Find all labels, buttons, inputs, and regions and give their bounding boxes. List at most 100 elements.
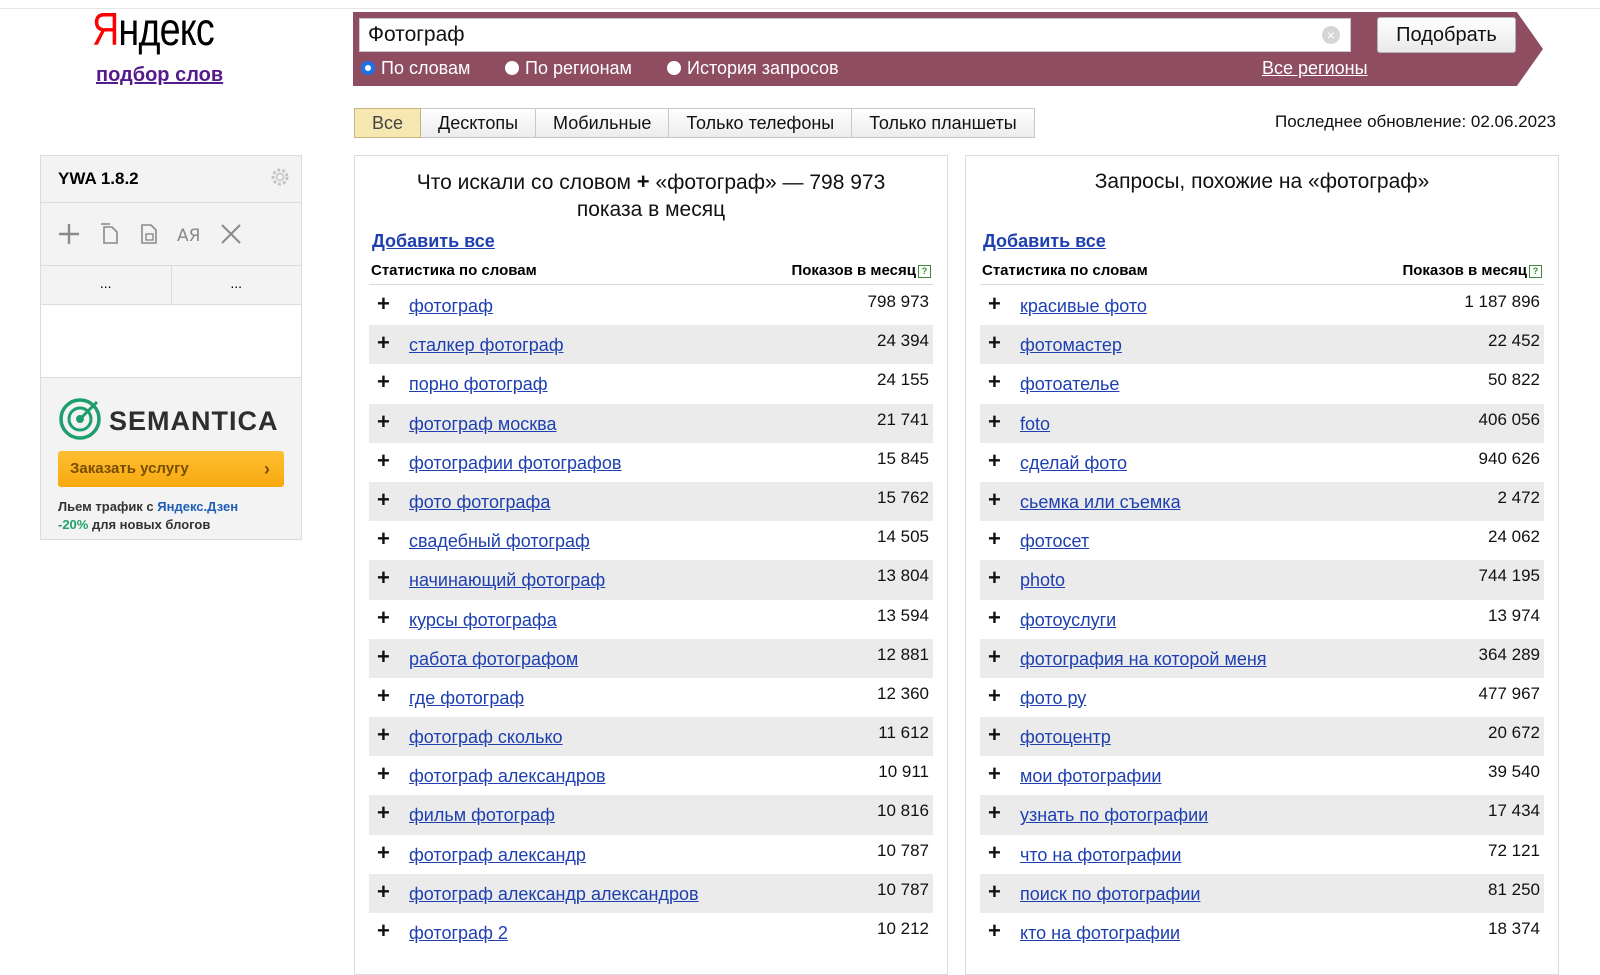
column-words: Статистика по словам xyxy=(371,262,537,279)
keyword-link[interactable]: фотосет xyxy=(1020,531,1089,552)
keyword-link[interactable]: фото фотографа xyxy=(409,492,550,513)
keyword-link[interactable]: фотоуслуги xyxy=(1020,610,1116,631)
clear-icon[interactable]: × xyxy=(1322,26,1340,44)
keyword-link[interactable]: сделай фото xyxy=(1020,453,1127,474)
add-plus-icon[interactable]: + xyxy=(988,644,1001,670)
wordstat-link[interactable]: подбор слов xyxy=(96,64,223,87)
search-input[interactable]: Фотограф × xyxy=(359,18,1351,52)
add-plus-icon[interactable]: + xyxy=(988,840,1001,866)
add-plus-icon[interactable]: + xyxy=(377,409,390,435)
add-all-link[interactable]: Добавить все xyxy=(983,231,1106,252)
add-plus-icon[interactable]: + xyxy=(988,722,1001,748)
add-plus-icon[interactable]: + xyxy=(988,565,1001,591)
keyword-link[interactable]: где фотограф xyxy=(409,688,524,709)
keyword-link[interactable]: фотограф 2 xyxy=(409,923,508,944)
close-icon[interactable] xyxy=(219,222,243,246)
tab-phones[interactable]: Только телефоны xyxy=(669,108,853,138)
gear-icon[interactable] xyxy=(269,166,291,193)
add-plus-icon[interactable]: + xyxy=(988,683,1001,709)
add-plus-icon[interactable]: + xyxy=(988,800,1001,826)
panel-title-text: показа в месяц xyxy=(576,198,726,221)
add-plus-icon[interactable]: + xyxy=(377,605,390,631)
add-plus-icon[interactable]: + xyxy=(988,879,1001,905)
keyword-link[interactable]: работа фотографом xyxy=(409,649,578,670)
add-all-link[interactable]: Добавить все xyxy=(372,231,495,252)
add-plus-icon[interactable]: + xyxy=(988,409,1001,435)
tab-all[interactable]: Все xyxy=(354,108,422,138)
copy-icon[interactable] xyxy=(97,222,121,246)
widget-col-2[interactable]: ... xyxy=(172,266,302,304)
yandex-logo[interactable]: Яндекс xyxy=(92,4,215,54)
add-plus-icon[interactable]: + xyxy=(988,369,1001,395)
help-icon[interactable]: ? xyxy=(918,264,931,278)
radio-by-regions[interactable]: По регионам xyxy=(505,58,632,78)
radio-history[interactable]: История запросов xyxy=(667,58,839,78)
add-plus-icon[interactable]: + xyxy=(988,330,1001,356)
keyword-link[interactable]: фотограф москва xyxy=(409,414,557,435)
table-row: + красивые фото 1 187 896 xyxy=(980,286,1544,325)
keyword-link[interactable]: foto xyxy=(1020,414,1050,435)
semantica-ad[interactable]: SEMANTICA Заказать услугу › Льем трафик … xyxy=(41,378,301,543)
add-plus-icon[interactable]: + xyxy=(377,291,390,317)
add-plus-icon[interactable]: + xyxy=(377,683,390,709)
keyword-link[interactable]: поиск по фотографии xyxy=(1020,884,1200,905)
radio-by-words[interactable]: По словам xyxy=(361,58,470,78)
tab-desktops[interactable]: Десктопы xyxy=(421,108,537,138)
keyword-link[interactable]: фотомастер xyxy=(1020,335,1122,356)
tab-tablets[interactable]: Только планшеты xyxy=(852,108,1035,138)
add-plus-icon[interactable]: + xyxy=(377,722,390,748)
keyword-link[interactable]: узнать по фотографии xyxy=(1020,805,1208,826)
keyword-link[interactable]: фотоателье xyxy=(1020,374,1119,395)
case-icon[interactable]: AЯ xyxy=(177,222,203,246)
plus-icon[interactable] xyxy=(57,222,81,246)
add-plus-icon[interactable]: + xyxy=(377,918,390,944)
add-plus-icon[interactable]: + xyxy=(988,487,1001,513)
add-plus-icon[interactable]: + xyxy=(988,761,1001,787)
keyword-link[interactable]: мои фотографии xyxy=(1020,766,1161,787)
all-regions-link[interactable]: Все регионы xyxy=(1262,58,1368,79)
keyword-link[interactable]: фотограф сколько xyxy=(409,727,563,748)
add-plus-icon[interactable]: + xyxy=(377,644,390,670)
tab-mobile[interactable]: Мобильные xyxy=(536,108,670,138)
help-icon[interactable]: ? xyxy=(1529,264,1542,278)
add-plus-icon[interactable]: + xyxy=(988,526,1001,552)
keyword-link[interactable]: фотограф xyxy=(409,296,493,317)
keyword-link[interactable]: фотографии фотографов xyxy=(409,453,621,474)
add-plus-icon[interactable]: + xyxy=(377,526,390,552)
add-plus-icon[interactable]: + xyxy=(377,487,390,513)
add-plus-icon[interactable]: + xyxy=(377,840,390,866)
keyword-link[interactable]: фотоцентр xyxy=(1020,727,1111,748)
add-plus-icon[interactable]: + xyxy=(377,800,390,826)
add-plus-icon[interactable]: + xyxy=(377,565,390,591)
keyword-link[interactable]: фильм фотограф xyxy=(409,805,555,826)
add-plus-icon[interactable]: + xyxy=(377,879,390,905)
submit-button[interactable]: Подобрать xyxy=(1377,17,1516,53)
keyword-link[interactable]: курсы фотографа xyxy=(409,610,557,631)
keyword-link[interactable]: порно фотограф xyxy=(409,374,548,395)
add-plus-icon[interactable]: + xyxy=(377,761,390,787)
keyword-link[interactable]: фото ру xyxy=(1020,688,1086,709)
keyword-link[interactable]: photo xyxy=(1020,570,1065,591)
keyword-link[interactable]: сталкер фотограф xyxy=(409,335,564,356)
keyword-link[interactable]: сьемка или съемка xyxy=(1020,492,1181,513)
keyword-link[interactable]: кто на фотографии xyxy=(1020,923,1180,944)
add-plus-icon[interactable]: + xyxy=(377,448,390,474)
widget-col-1[interactable]: ... xyxy=(41,266,172,304)
keyword-link[interactable]: фотография на которой меня xyxy=(1020,649,1267,670)
export-icon[interactable] xyxy=(137,222,161,246)
impressions-count: 10 787 xyxy=(877,840,929,860)
add-plus-icon[interactable]: + xyxy=(377,369,390,395)
keyword-link[interactable]: фотограф александр александров xyxy=(409,884,699,905)
add-plus-icon[interactable]: + xyxy=(377,330,390,356)
keyword-link[interactable]: фотограф александров xyxy=(409,766,606,787)
keyword-link[interactable]: красивые фото xyxy=(1020,296,1147,317)
keyword-link[interactable]: свадебный фотограф xyxy=(409,531,590,552)
order-service-button[interactable]: Заказать услугу › xyxy=(58,451,284,487)
keyword-link[interactable]: начинающий фотограф xyxy=(409,570,605,591)
keyword-link[interactable]: фотограф александр xyxy=(409,845,586,866)
add-plus-icon[interactable]: + xyxy=(988,291,1001,317)
keyword-link[interactable]: что на фотографии xyxy=(1020,845,1181,866)
add-plus-icon[interactable]: + xyxy=(988,918,1001,944)
add-plus-icon[interactable]: + xyxy=(988,448,1001,474)
add-plus-icon[interactable]: + xyxy=(988,605,1001,631)
